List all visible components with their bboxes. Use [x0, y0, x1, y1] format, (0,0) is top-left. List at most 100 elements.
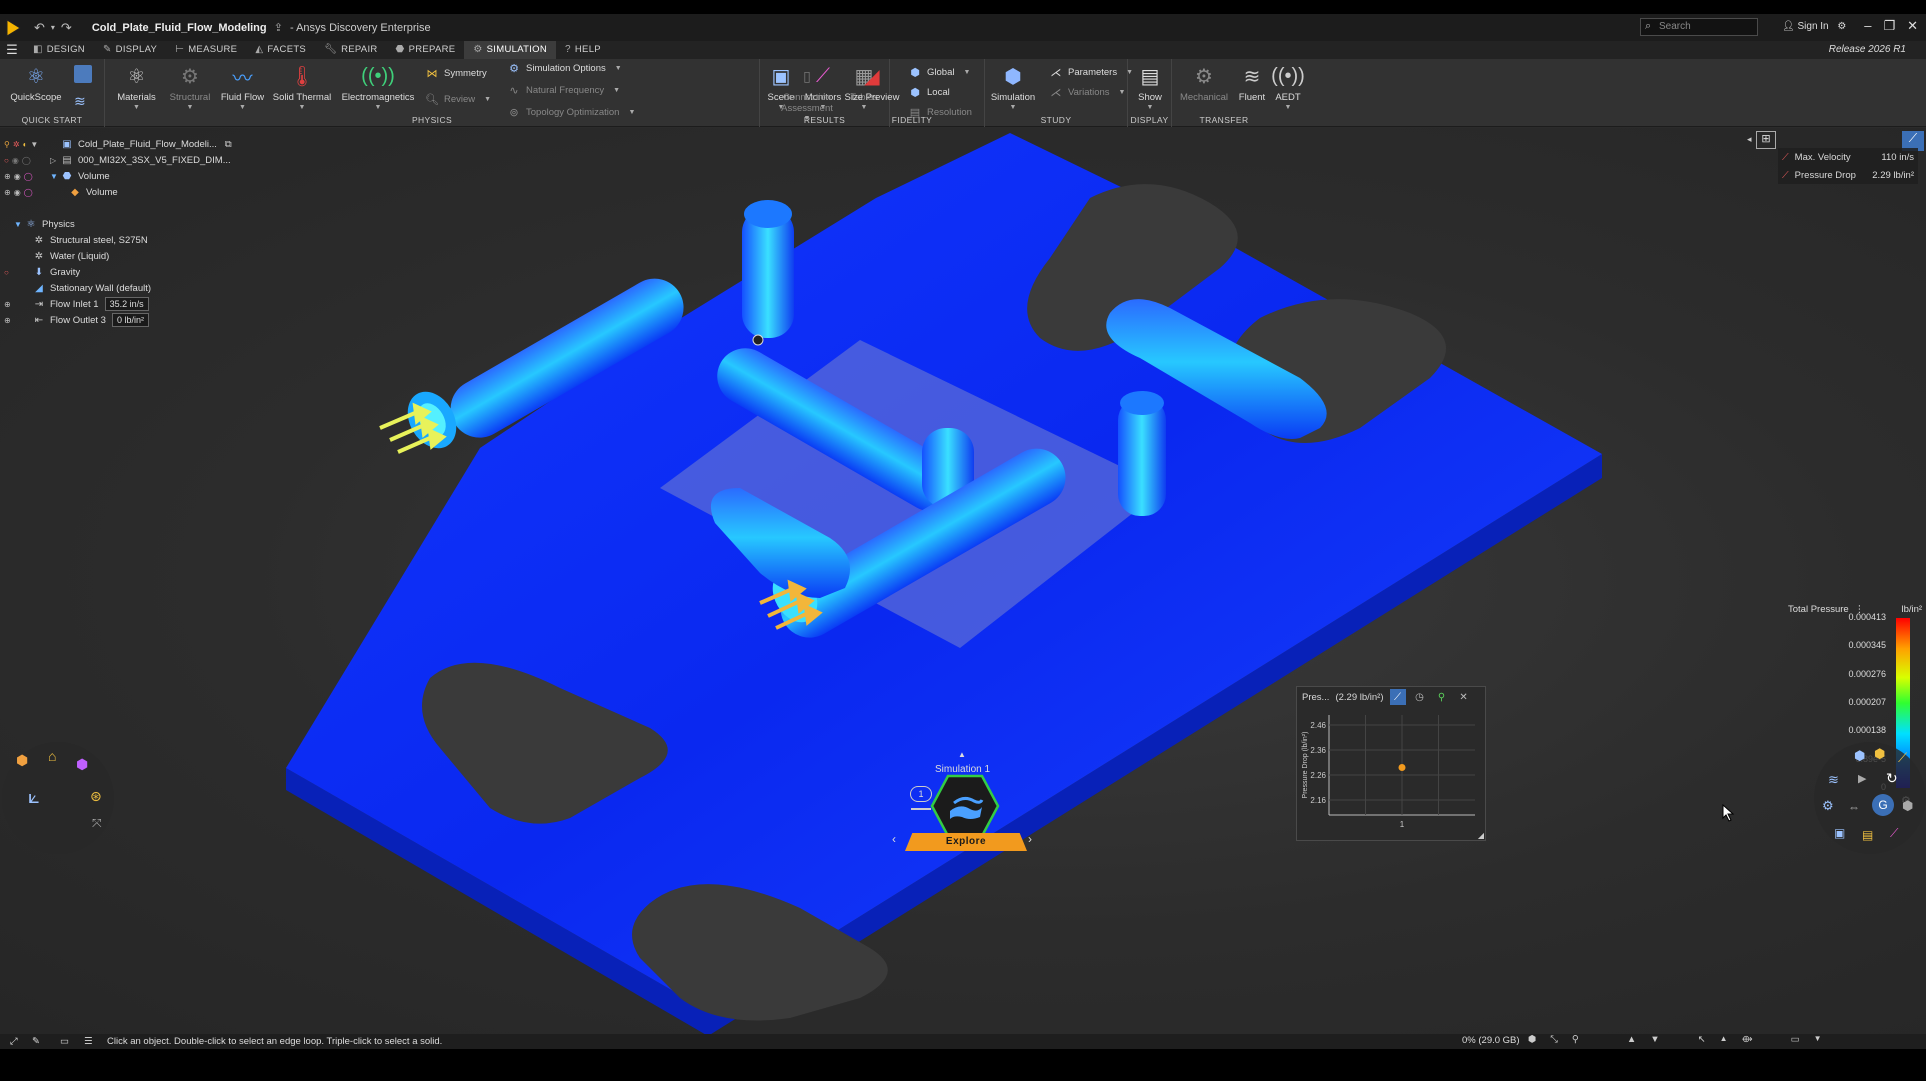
history-icon[interactable]: ◷	[1412, 689, 1428, 705]
simulation-study-button[interactable]: ⬢ Simulation ▼	[987, 63, 1039, 112]
search-input[interactable]: ⌕ Search	[1640, 18, 1758, 36]
resize-handle-icon[interactable]: ◢	[1478, 831, 1484, 840]
tree-item-outlet[interactable]: ⊕ ⇤ Flow Outlet 3 0 lb/in²	[4, 312, 149, 328]
explore-mode-button[interactable]: Explore	[905, 833, 1027, 851]
tree-item-wall[interactable]: ◢ Stationary Wall (default)	[32, 280, 151, 296]
tab-simulation[interactable]: ⚙︎ Simulation	[464, 41, 557, 59]
legend-unit[interactable]: lb/in²	[1901, 604, 1922, 615]
riser-pipe-3[interactable]	[1118, 398, 1166, 516]
chevron-right-icon[interactable]: ›	[1028, 832, 1032, 846]
tab-measure[interactable]: ⊢ Measure	[166, 41, 246, 59]
image-icon[interactable]: ▣	[1834, 826, 1845, 840]
parameters-button[interactable]: ⋌ Parameters ▼	[1049, 66, 1134, 79]
tree-item-material-water[interactable]: ✲ Water (Liquid)	[32, 248, 110, 264]
tree-item-volume-child[interactable]: ⊕ ◉ ◯ ◆ Volume	[4, 184, 118, 200]
measure-icon[interactable]: ⟋	[1898, 750, 1907, 766]
tree-item-root[interactable]: ⚲ ✲ ◐ ▼ ▣ Cold_Plate_Fluid_Flow_Modeli..…	[4, 136, 232, 152]
visibility-toggles[interactable]: ○ ◉ ◯	[4, 156, 50, 165]
outlet-value-field[interactable]: 0 lb/in²	[111, 313, 149, 327]
natural-frequency-button[interactable]: ∿ Natural Frequency ▼	[507, 84, 620, 97]
list-icon[interactable]: ☰	[84, 1036, 93, 1047]
window-icon[interactable]: ▭	[1791, 1034, 1800, 1045]
hamburger-menu-icon[interactable]: ☰	[0, 42, 24, 58]
filter-icon[interactable]: ⚲	[1572, 1034, 1579, 1045]
tab-prepare[interactable]: ⬣ Prepare	[387, 41, 465, 59]
home-icon[interactable]: ⌂	[48, 748, 56, 764]
cube-view-icon[interactable]: ⬢	[1902, 798, 1913, 814]
settings-icon[interactable]: ⚙︎	[1822, 798, 1834, 814]
simulation-step-badge[interactable]: 1	[910, 786, 932, 802]
tree-item-material-steel[interactable]: ✲ Structural steel, S275N	[32, 232, 148, 248]
monitor-chart-panel[interactable]: Pres... (2.29 lb/in²) ⟋ ◷ ⚲ ✕ 2.46 2.36 2.…	[1296, 686, 1486, 841]
ansys-logo-icon[interactable]	[2, 17, 24, 39]
active-tool-icon[interactable]: G	[1872, 794, 1894, 816]
export-icon[interactable]: ⬢	[1528, 1034, 1536, 1045]
mechanical-button[interactable]: ⚙︎ Mechanical	[1176, 63, 1232, 104]
orbit-icon[interactable]: ⊛	[90, 788, 102, 805]
play-icon[interactable]: ▶	[1858, 772, 1866, 785]
minimize-icon[interactable]: –	[1864, 18, 1871, 34]
symmetry-button[interactable]: ⋈ Symmetry	[425, 67, 487, 80]
select-dropdown-icon[interactable]: ▲	[1720, 1034, 1728, 1045]
pin-icon[interactable]: ⟋	[1389, 689, 1406, 705]
close-icon[interactable]: ✕	[1907, 18, 1918, 34]
tree-item-part[interactable]: ○ ◉ ◯ ▷ ▤ 000_MI32X_3SX_V5_FIXED_DIM...	[4, 152, 231, 168]
materials-button[interactable]: ⚛︎ Materials ▼	[109, 63, 164, 112]
close-icon[interactable]: ✕	[1456, 689, 1472, 705]
monitor-item[interactable]: ⟋ Pressure Drop 2.29 lb/in²	[1778, 166, 1918, 184]
sign-in-button[interactable]: 👤︎ Sign In ⚙︎	[1782, 21, 1846, 32]
global-fidelity-button[interactable]: ⬢ Global ▼	[908, 66, 970, 79]
solid-thermal-button[interactable]: 🌡︎ Solid Thermal ▼	[268, 63, 336, 112]
settings-icon[interactable]: ⚙︎	[1837, 21, 1846, 32]
simulation-switcher-up-icon[interactable]: ▲	[958, 750, 966, 759]
structural-button[interactable]: ⚙︎ Structural ▼	[163, 63, 217, 112]
show-button[interactable]: ▤ Show ▼	[1132, 63, 1168, 112]
select-tool-icon[interactable]: ⤢	[10, 1036, 18, 1047]
tree-item-physics[interactable]: ▼ ⚛ Physics	[14, 216, 75, 232]
popout-icon[interactable]: ⧉	[225, 139, 232, 150]
target-icon[interactable]: ⊕	[4, 316, 32, 325]
aedt-button[interactable]: ((•)) AEDT ▼	[1270, 63, 1306, 112]
display-style-icon[interactable]: ⬢	[1854, 748, 1865, 764]
rotate-icon[interactable]: ↻	[1886, 770, 1898, 787]
redo-icon[interactable]: ↷	[61, 20, 72, 36]
filter-icon[interactable]: ⚲	[1434, 689, 1450, 705]
visibility-toggles[interactable]: ⊕ ◉ ◯	[4, 172, 50, 181]
visibility-toggles[interactable]: ⚲ ✲ ◐ ▼	[4, 140, 60, 149]
up-arrow-icon[interactable]: ▲	[1627, 1034, 1636, 1045]
electromagnetics-button[interactable]: ((•)) Electromagnetics ▼	[337, 63, 419, 112]
chevron-down-icon[interactable]: ▼	[1814, 1034, 1822, 1045]
probe-icon[interactable]: ⇔	[1848, 800, 1860, 814]
inlet-value-field[interactable]: 35.2 in/s	[104, 297, 149, 311]
probe-point[interactable]	[752, 334, 764, 346]
axes-triad-icon[interactable]: ⟀	[28, 786, 40, 809]
undo-dropdown-icon[interactable]: ▾	[51, 23, 55, 36]
fluid-flow-button[interactable]: 〰 Fluid Flow ▼	[215, 63, 270, 112]
3d-viewport[interactable]: ⚲ ✲ ◐ ▼ ▣ Cold_Plate_Fluid_Flow_Modeli..…	[0, 128, 1926, 1034]
scene-tools-icon[interactable]: ⊞	[1756, 131, 1776, 149]
chevron-down-icon[interactable]: ▼	[50, 172, 60, 181]
monitor-item[interactable]: ⟋ Max. Velocity 110 in/s	[1778, 148, 1918, 166]
cold-plate-model[interactable]	[0, 128, 1926, 1034]
comment-icon[interactable]: ▭	[60, 1036, 69, 1047]
pen-tool-icon[interactable]: ✎	[32, 1036, 40, 1047]
fit-icon[interactable]: ⤧	[92, 816, 102, 831]
share-icon[interactable]: ⇪	[274, 22, 283, 34]
cube-icon[interactable]: ⬢	[76, 756, 88, 773]
tree-item-volume[interactable]: ⊕ ◉ ◯ ▼ ⬣ Volume	[4, 168, 110, 184]
size-preview-button[interactable]: ◢ Size Preview	[842, 63, 902, 104]
variations-button[interactable]: ⋌ Variations ▼	[1049, 86, 1126, 99]
cube-icon[interactable]: ⬢	[1874, 746, 1885, 762]
selection-filter-icon[interactable]: ⟴	[1742, 1034, 1753, 1045]
tab-repair[interactable]: 🔧︎ Repair	[315, 41, 386, 59]
fluent-button[interactable]: ≋ Fluent	[1232, 63, 1272, 104]
fluid-simulation-hex-icon[interactable]	[930, 773, 1000, 839]
chart-icon[interactable]: ⟋	[1890, 826, 1898, 841]
layers-icon[interactable]: ≋	[1828, 772, 1839, 788]
chevron-left-icon[interactable]: ‹	[892, 832, 896, 846]
tab-facets[interactable]: ◭ Facets	[246, 41, 315, 59]
quickscope-button[interactable]: ⚛ QuickScope	[6, 63, 66, 104]
workbench-icon[interactable]	[74, 65, 92, 83]
tab-design[interactable]: ◧ Design	[24, 41, 94, 59]
visibility-toggles[interactable]: ⊕ ◉ ◯	[4, 188, 68, 197]
